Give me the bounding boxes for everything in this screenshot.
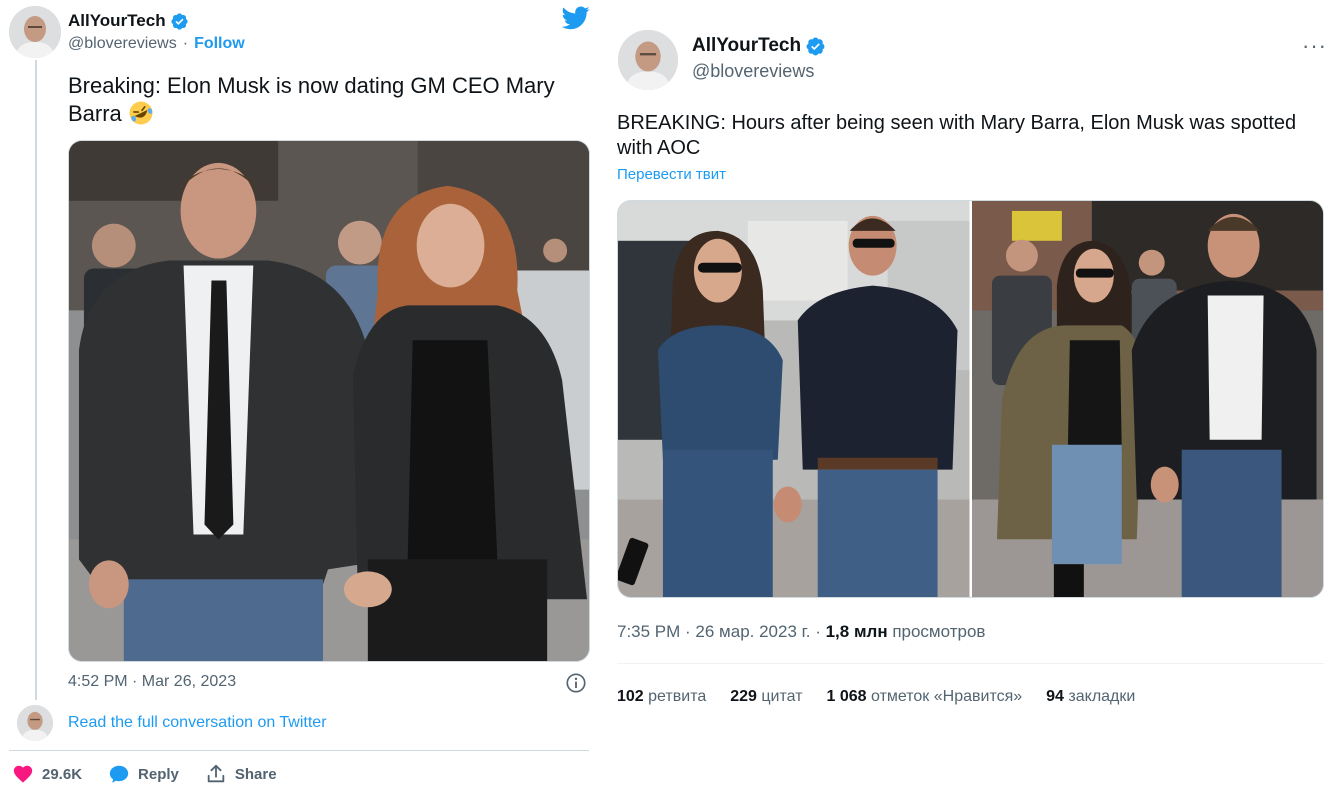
view-count: 1,8 млн	[825, 622, 888, 641]
reply-label: Reply	[138, 765, 179, 783]
stat-quotes[interactable]: 229 цитат	[730, 688, 802, 706]
author-handle-row: @blovereviews · Follow	[68, 35, 245, 53]
stat-count: 229	[730, 688, 757, 705]
view-count-label: просмотров	[887, 622, 986, 641]
tweet-photo-2[interactable]	[971, 201, 1323, 597]
read-full-conversation-link[interactable]: Read the full conversation on Twitter	[68, 714, 327, 732]
tweet-photo[interactable]	[68, 140, 590, 662]
thread-connector-line	[35, 60, 37, 700]
tweet-actions-bar: 29.6K Reply Share	[12, 763, 303, 785]
info-icon[interactable]	[565, 672, 587, 694]
author-avatar[interactable]	[618, 30, 678, 90]
tweet-timestamp[interactable]: 4:52 PM · Mar 26, 2023	[68, 673, 236, 691]
tweet-timestamp[interactable]: 7:35 PM · 26 мар. 2023 г. ·	[617, 622, 826, 641]
stat-label: ретвита	[648, 688, 707, 705]
heart-icon	[13, 765, 33, 783]
reply-button[interactable]: Reply	[108, 763, 179, 785]
photo-couple-walking-image	[69, 141, 589, 661]
author-name[interactable]: AllYourTech	[68, 11, 189, 31]
stat-retweets[interactable]: 102 ретвита	[617, 688, 706, 706]
author-handle[interactable]: @blovereviews	[68, 35, 177, 53]
photo-couple-street-image	[618, 201, 970, 597]
stat-bookmarks[interactable]: 94 закладки	[1046, 688, 1135, 706]
like-count: 29.6K	[42, 765, 83, 783]
rolling-laughing-emoji-icon	[129, 101, 153, 125]
translate-tweet-link[interactable]: Перевести твит	[617, 166, 726, 183]
stat-count: 102	[617, 688, 644, 705]
divider	[9, 750, 589, 751]
verified-badge-icon	[170, 12, 188, 30]
author-name-text: AllYourTech	[692, 35, 802, 56]
divider	[617, 663, 1324, 664]
avatar-portrait-icon	[618, 30, 678, 90]
stat-count: 94	[1046, 688, 1064, 705]
tweet-stats-bar: 102 ретвита 229 цитат 1 068 отметок «Нра…	[617, 688, 1135, 706]
more-options-button[interactable]: ···	[1302, 35, 1327, 57]
author-handle[interactable]: @blovereviews	[692, 61, 814, 82]
author-name-text: AllYourTech	[68, 11, 166, 30]
tweet-text: Breaking: Elon Musk is now dating GM CEO…	[68, 72, 578, 128]
tweet-text: BREAKING: Hours after being seen with Ma…	[617, 112, 1297, 159]
author-avatar[interactable]	[9, 6, 61, 58]
tweet-photo-1[interactable]	[618, 201, 970, 597]
stat-label: отметок «Нравится»	[871, 688, 1023, 705]
speech-bubble-icon	[109, 765, 129, 783]
share-button[interactable]: Share	[205, 763, 277, 785]
avatar-portrait-icon	[17, 705, 53, 741]
tweet-photo-grid	[617, 200, 1324, 598]
stat-count: 1 068	[826, 688, 867, 705]
share-label: Share	[234, 765, 277, 783]
tweet-meta: 7:35 PM · 26 мар. 2023 г. · 1,8 млн прос…	[617, 622, 985, 642]
author-avatar-small[interactable]	[17, 705, 53, 741]
verified-badge-icon	[806, 37, 825, 55]
avatar-portrait-icon	[9, 6, 61, 58]
embedded-tweet-left: AllYourTech @blovereviews · Follow Break…	[0, 0, 600, 786]
photo-couple-sidewalk-image	[971, 201, 1323, 597]
follow-button[interactable]: Follow	[194, 35, 245, 53]
stat-likes[interactable]: 1 068 отметок «Нравится»	[827, 688, 1023, 706]
author-name[interactable]: AllYourTech	[692, 35, 826, 57]
like-button[interactable]: 29.6K	[12, 763, 82, 785]
share-upload-icon	[207, 764, 225, 783]
twitter-bird-icon[interactable]	[562, 6, 590, 30]
stat-label: цитат	[761, 688, 803, 705]
separator-dot: ·	[182, 35, 189, 52]
embedded-tweet-right: AllYourTech @blovereviews ··· BREAKING: …	[600, 0, 1336, 786]
stat-label: закладки	[1068, 688, 1136, 705]
